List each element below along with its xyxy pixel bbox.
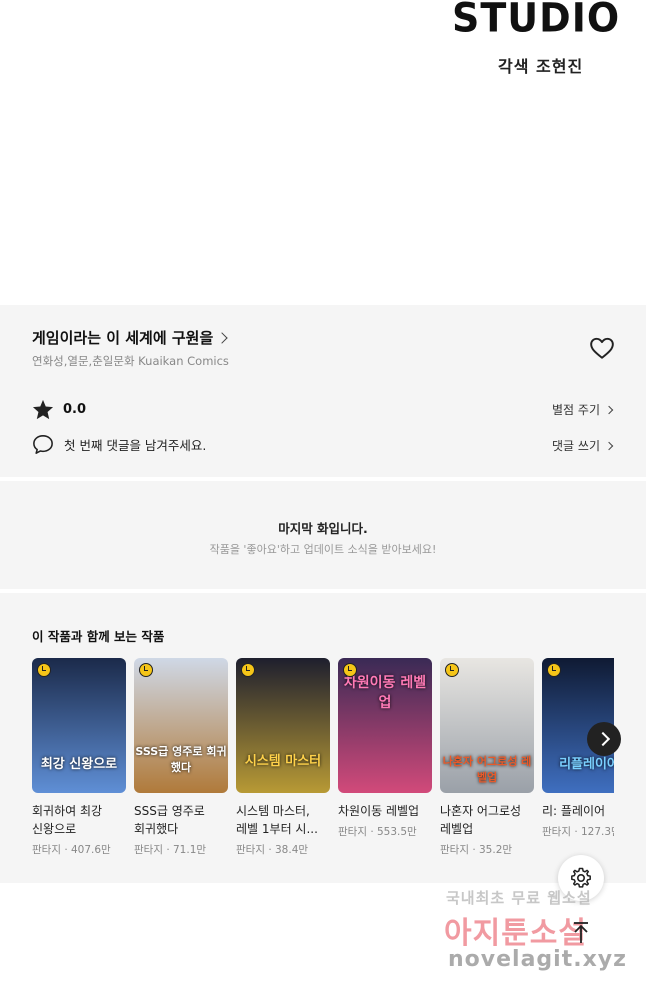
clock-icon	[445, 663, 459, 677]
clock-icon	[343, 663, 357, 677]
clock-icon	[547, 663, 561, 677]
last-episode-subtitle: 작품을 '좋아요'하고 업데이트 소식을 받아보세요!	[209, 543, 437, 556]
card-title[interactable]: 나혼자 어그로성 레벨업	[440, 802, 534, 838]
clock-icon	[37, 663, 51, 677]
carousel-next-button[interactable]	[587, 722, 621, 756]
studio-logo: STUDIO	[452, 0, 621, 42]
series-info-panel: 게임이라는 이 세계에 구원을 연화성,열문,춘일문화 Kuaikan Comi…	[0, 305, 646, 477]
cover-title-art: 차원이동 레벨업	[343, 675, 427, 711]
card-title[interactable]: SSS급 영주로 회귀했다	[134, 802, 228, 838]
write-comment-button[interactable]: 댓글 쓰기	[552, 437, 614, 454]
chevron-right-icon	[604, 441, 614, 450]
card-meta: 판타지 · 553.5만	[338, 826, 417, 838]
card-title[interactable]: 리: 플레이어	[542, 802, 614, 820]
series-credits: 연화성,열문,춘일문화 Kuaikan Comics	[32, 354, 229, 368]
card-title[interactable]: 회귀하여 최강 신왕으로	[32, 802, 126, 838]
recommendation-carousel[interactable]: 최강 신왕으로 회귀하여 최강 신왕으로 판타지 · 407.6만 SSS급 영…	[32, 658, 614, 878]
rate-button[interactable]: 별점 주기	[552, 401, 614, 418]
comment-bubble-icon	[33, 435, 53, 454]
last-episode-notice: 마지막 화입니다. 작품을 '좋아요'하고 업데이트 소식을 받아보세요!	[0, 481, 646, 589]
rate-label: 별점 주기	[552, 403, 600, 417]
recommendation-card[interactable]: SSS급 영주로 회귀했다 SSS급 영주로 회귀했다 판타지 · 71.1만	[134, 658, 228, 857]
cover-title-art: 나혼자 어그로성 레벨업	[442, 755, 532, 784]
watermark-tagline: 국내최초 무료 웹소설	[446, 889, 592, 907]
comment-row[interactable]: 첫 번째 댓글을 남겨주세요.	[32, 434, 206, 455]
write-comment-label: 댓글 쓰기	[552, 439, 600, 453]
arrow-up-icon	[574, 922, 588, 943]
cover-title-art: SSS급 영주로 회귀했다	[135, 745, 227, 774]
star-icon	[32, 399, 54, 420]
cover-thumbnail[interactable]: 차원이동 레벨업	[338, 658, 432, 793]
clock-icon	[139, 663, 153, 677]
card-meta: 판타지 · 127.3만	[542, 826, 614, 838]
cover-title-art: 시스템 마스터	[244, 754, 322, 769]
chevron-right-icon	[216, 331, 228, 344]
card-meta: 판타지 · 35.2만	[440, 844, 513, 856]
card-title[interactable]: 차원이동 레벨업	[338, 802, 432, 820]
scroll-top-button[interactable]	[558, 911, 604, 957]
card-title[interactable]: 시스템 마스터, 레벨 1부터 시...	[236, 802, 330, 838]
recommendation-card[interactable]: 차원이동 레벨업 차원이동 레벨업 판타지 · 553.5만	[338, 658, 432, 839]
clock-icon	[241, 663, 255, 677]
chevron-right-icon	[604, 405, 614, 414]
card-meta: 판타지 · 407.6만	[32, 844, 111, 856]
cover-thumbnail[interactable]: 최강 신왕으로	[32, 658, 126, 793]
comment-prompt: 첫 번째 댓글을 남겨주세요.	[64, 438, 207, 453]
series-title: 게임이라는 이 세계에 구원을	[32, 329, 214, 347]
recommendation-card[interactable]: 나혼자 어그로성 레벨업 나혼자 어그로성 레벨업 판타지 · 35.2만	[440, 658, 534, 857]
episode-artwork: STUDIO 각색 조현진	[0, 0, 646, 305]
artist-credit: 각색 조현진	[498, 57, 584, 76]
recommendations-heading: 이 작품과 함께 보는 작품	[32, 629, 165, 644]
rating-value: 0.0	[63, 402, 87, 417]
recommendations-section: 이 작품과 함께 보는 작품 최강 신왕으로 회귀하여 최강 신왕으로 판타지 …	[0, 593, 646, 883]
cover-thumbnail[interactable]: SSS급 영주로 회귀했다	[134, 658, 228, 793]
watermark-url: novelagit.xyz	[448, 947, 627, 972]
rating-row: 0.0	[32, 399, 86, 420]
last-episode-title: 마지막 화입니다.	[278, 521, 368, 536]
recommendation-card[interactable]: 최강 신왕으로 회귀하여 최강 신왕으로 판타지 · 407.6만	[32, 658, 126, 857]
cover-thumbnail[interactable]: 나혼자 어그로성 레벨업	[440, 658, 534, 793]
cover-title-art: 최강 신왕으로	[40, 757, 118, 772]
card-meta: 판타지 · 38.4만	[236, 844, 309, 856]
cover-thumbnail[interactable]: 시스템 마스터	[236, 658, 330, 793]
heart-icon[interactable]	[589, 336, 615, 360]
card-meta: 판타지 · 71.1만	[134, 844, 207, 856]
series-title-link[interactable]: 게임이라는 이 세계에 구원을	[32, 327, 228, 348]
recommendation-card[interactable]: 시스템 마스터 시스템 마스터, 레벨 1부터 시... 판타지 · 38.4만	[236, 658, 330, 857]
